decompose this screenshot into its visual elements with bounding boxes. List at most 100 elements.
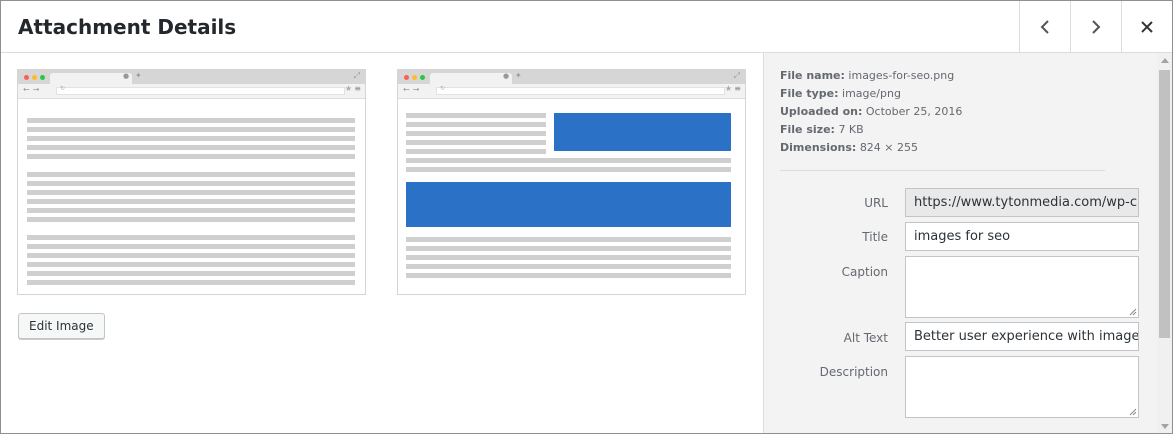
- browser-toolbar: ←→ ↻ ★ ≡: [398, 84, 745, 99]
- browser-titlebar: ● ✦ ⤢: [398, 70, 745, 84]
- scroll-down-icon[interactable]: [1161, 424, 1169, 429]
- star-icon: ★: [344, 84, 352, 93]
- menu-icon: ≡: [354, 84, 361, 93]
- text-line: [27, 127, 355, 132]
- browser-titlebar: ● ✦ ⤢: [18, 70, 365, 84]
- text-line: [406, 255, 731, 260]
- text-line: [406, 264, 731, 269]
- modal-title: Attachment Details: [18, 15, 237, 39]
- browser-toolbar: ←→ ↻ ★ ≡: [18, 84, 365, 99]
- chevron-left-icon: [1040, 19, 1049, 34]
- back-forward-icon: ←→: [403, 85, 423, 94]
- file-type: image/png: [842, 87, 901, 100]
- text-line: [27, 118, 355, 123]
- address-bar: ↻: [56, 85, 345, 95]
- uploaded-row: Uploaded on: October 25, 2016: [780, 105, 963, 118]
- alt-text-field[interactable]: Better user experience with images: [905, 322, 1139, 351]
- text-line: [27, 262, 355, 267]
- expand-icon: ⤢: [353, 71, 360, 80]
- text-line: [27, 208, 355, 213]
- image-block-small: [554, 113, 731, 151]
- text-line: [406, 246, 731, 251]
- attachment-info-sidebar: File name: images-for-seo.png File type:…: [763, 53, 1172, 433]
- caption-field[interactable]: [905, 256, 1139, 318]
- scrollbar-thumb[interactable]: [1159, 70, 1170, 338]
- close-icon: [1141, 20, 1153, 33]
- file-name-row: File name: images-for-seo.png: [780, 69, 955, 82]
- text-line: [406, 167, 731, 172]
- text-line: [406, 158, 731, 163]
- text-line: [406, 140, 546, 145]
- attachment-preview-image-right: ● ✦ ⤢ ←→ ↻ ★ ≡: [397, 69, 746, 295]
- text-line: [406, 122, 546, 127]
- text-line: [27, 271, 355, 276]
- title-label: Title: [862, 230, 888, 244]
- file-details: File name: images-for-seo.png File type:…: [780, 67, 962, 157]
- text-line: [27, 244, 355, 249]
- dimensions: 824 × 255: [859, 141, 919, 154]
- divider: [780, 170, 1105, 171]
- new-tab-icon: ✦: [135, 71, 142, 80]
- resize-grip-icon[interactable]: [1129, 408, 1137, 416]
- text-line: [27, 217, 355, 222]
- previous-button[interactable]: [1019, 1, 1070, 52]
- text-line: [406, 149, 546, 154]
- reload-icon: ↻: [440, 85, 446, 92]
- text-line: [406, 131, 546, 136]
- text-line: [27, 253, 355, 258]
- tab-close-icon: ●: [503, 72, 510, 80]
- caption-label: Caption: [841, 265, 888, 279]
- attachment-details-modal: Attachment Details ● ✦ ⤢ ←→ ↻ ★ ≡ ● ✦ ⤢ …: [0, 0, 1173, 434]
- resize-grip-icon[interactable]: [1129, 308, 1137, 316]
- tab-close-icon: ●: [123, 72, 130, 80]
- maximize-dot-icon: [420, 75, 425, 80]
- address-bar: ↻: [436, 85, 725, 95]
- file-name: images-for-seo.png: [848, 69, 955, 82]
- alt-text-label: Alt Text: [843, 331, 888, 345]
- text-line: [406, 237, 731, 242]
- text-line: [27, 190, 355, 195]
- text-line: [406, 113, 546, 118]
- minimize-dot-icon: [412, 75, 417, 80]
- description-field[interactable]: [905, 356, 1139, 418]
- browser-tab: [50, 73, 132, 84]
- text-line: [27, 154, 355, 159]
- uploaded-date: October 25, 2016: [865, 105, 963, 118]
- star-icon: ★: [724, 84, 732, 93]
- file-size: 7 KB: [838, 123, 864, 136]
- text-line: [27, 199, 355, 204]
- modal-header: Attachment Details: [1, 1, 1172, 53]
- back-forward-icon: ←→: [23, 85, 43, 94]
- expand-icon: ⤢: [733, 71, 740, 80]
- reload-icon: ↻: [60, 85, 66, 92]
- close-dot-icon: [24, 75, 29, 80]
- chevron-right-icon: [1092, 19, 1101, 34]
- new-tab-icon: ✦: [515, 71, 522, 80]
- attachment-media-view: ● ✦ ⤢ ←→ ↻ ★ ≡ ● ✦ ⤢ ←→ ↻ ★ ≡ Edit Image: [1, 53, 763, 433]
- edit-image-button[interactable]: Edit Image: [18, 313, 105, 339]
- menu-icon: ≡: [734, 84, 741, 93]
- description-label: Description: [819, 365, 888, 379]
- browser-tab: [430, 73, 512, 84]
- close-button[interactable]: [1121, 1, 1172, 52]
- maximize-dot-icon: [40, 75, 45, 80]
- text-line: [27, 181, 355, 186]
- url-label: URL: [864, 196, 888, 210]
- text-line: [27, 145, 355, 150]
- text-line: [27, 172, 355, 177]
- title-field[interactable]: images for seo: [905, 222, 1139, 251]
- file-size-row: File size: 7 KB: [780, 123, 864, 136]
- file-type-row: File type: image/png: [780, 87, 901, 100]
- attachment-preview-image-left: ● ✦ ⤢ ←→ ↻ ★ ≡: [17, 69, 366, 295]
- text-line: [406, 273, 731, 278]
- image-block-wide: [406, 182, 731, 227]
- minimize-dot-icon: [32, 75, 37, 80]
- dimensions-row: Dimensions: 824 × 255: [780, 141, 919, 154]
- scroll-up-icon[interactable]: [1161, 58, 1169, 63]
- next-button[interactable]: [1070, 1, 1121, 52]
- text-line: [27, 136, 355, 141]
- text-line: [27, 235, 355, 240]
- close-dot-icon: [404, 75, 409, 80]
- text-line: [27, 280, 355, 285]
- url-field[interactable]: https://www.tytonmedia.com/wp-c: [905, 188, 1139, 217]
